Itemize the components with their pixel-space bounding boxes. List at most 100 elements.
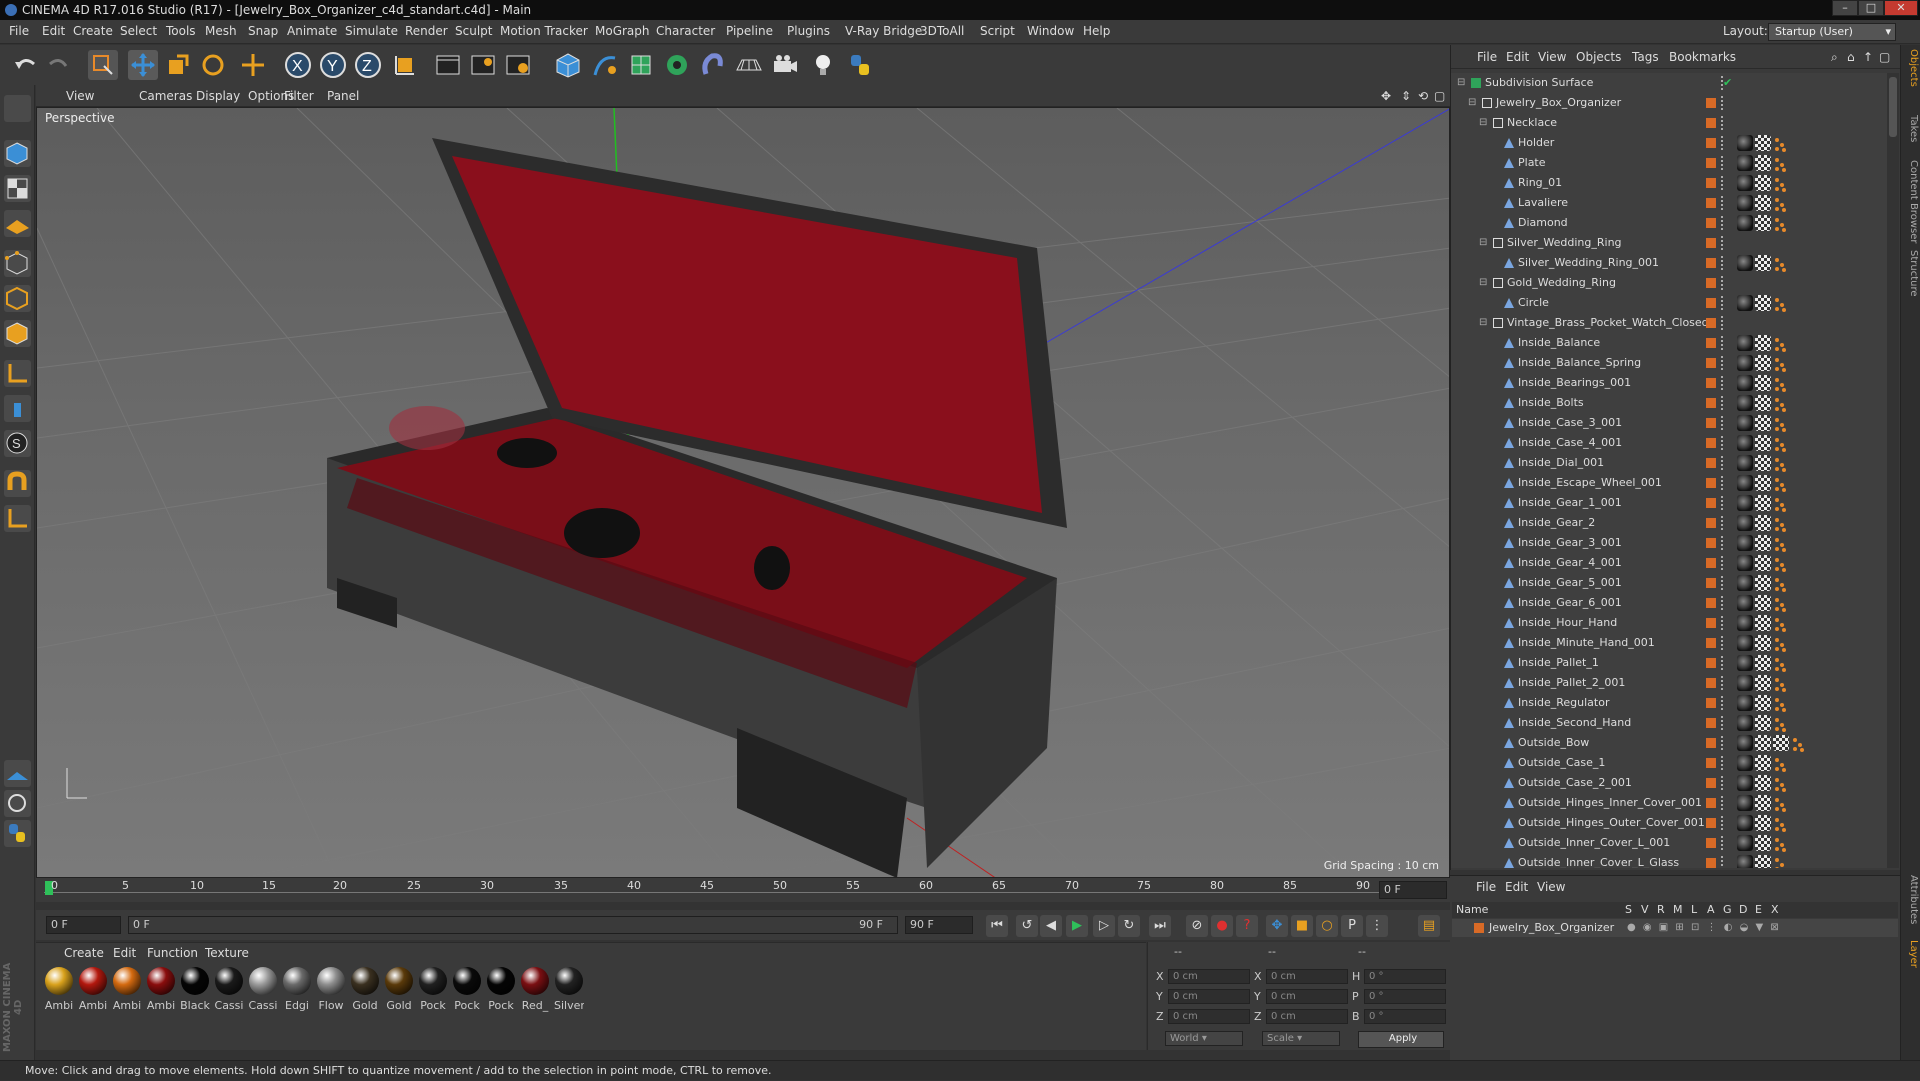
menu-file[interactable]: File <box>9 24 29 38</box>
texture-tag-icon[interactable] <box>1755 715 1771 731</box>
phong-tag-icon[interactable] <box>1773 555 1789 572</box>
layer-color-icon[interactable] <box>1706 198 1716 208</box>
object-row[interactable]: Outside_Hinges_Inner_Cover_001 <box>1451 793 1887 813</box>
visibility-toggle-icon[interactable] <box>1721 656 1725 670</box>
object-row[interactable]: Inside_Case_3_001 <box>1451 413 1887 433</box>
position-z-field[interactable]: 0 cm <box>1168 1009 1250 1024</box>
visibility-toggle-icon[interactable] <box>1721 276 1725 290</box>
menu-snap[interactable]: Snap <box>248 24 278 38</box>
menu-create[interactable]: Create <box>73 24 113 38</box>
snap-icon[interactable]: S <box>4 430 31 457</box>
texture-tag-icon[interactable] <box>1755 135 1771 151</box>
material-menu-create[interactable]: Create <box>64 946 104 960</box>
layer-color-icon[interactable] <box>1706 378 1716 388</box>
viewport-move-icon[interactable]: ✥ <box>1381 89 1391 103</box>
material-tag-icon[interactable] <box>1737 215 1753 231</box>
layer-color-icon[interactable] <box>1706 758 1716 768</box>
layer-toggle-icons[interactable]: ● ◉ ▣ ⊞ ⊡ ⋮ ◐ ◒ ▼ ⊠ <box>1627 919 1781 937</box>
object-row[interactable]: Inside_Gear_1_001 <box>1451 493 1887 513</box>
grid-checker-icon[interactable] <box>4 760 31 787</box>
cube-object-icon[interactable] <box>553 50 583 80</box>
menu-mograph[interactable]: MoGraph <box>595 24 650 38</box>
layer-color-icon[interactable] <box>1706 138 1716 148</box>
camera-icon[interactable] <box>770 50 800 80</box>
menu-tools[interactable]: Tools <box>166 24 196 38</box>
make-editable-icon[interactable] <box>4 95 31 122</box>
recent-tool-icon[interactable] <box>238 50 268 80</box>
workplane-icon[interactable] <box>4 210 31 237</box>
z-axis-icon[interactable]: Z <box>353 50 383 80</box>
layer-color-icon[interactable] <box>1706 578 1716 588</box>
floor-icon[interactable] <box>734 50 764 80</box>
menu-character[interactable]: Character <box>656 24 715 38</box>
menu-mesh[interactable]: Mesh <box>205 24 237 38</box>
texture-tag-icon[interactable] <box>1755 555 1771 571</box>
phong-tag-icon[interactable] <box>1773 375 1789 392</box>
phong-tag-icon[interactable] <box>1773 215 1789 232</box>
viewport-menu-view[interactable]: View <box>66 89 94 103</box>
sculpt-grab-icon[interactable] <box>4 540 31 567</box>
layer-color-icon[interactable] <box>1706 538 1716 548</box>
object-row[interactable]: Inside_Escape_Wheel_001 <box>1451 473 1887 493</box>
object-row[interactable]: Outside_Bow <box>1451 733 1887 753</box>
object-row[interactable]: Inside_Gear_3_001 <box>1451 533 1887 553</box>
move-tool-icon[interactable] <box>128 50 158 80</box>
axis-mode-icon[interactable] <box>4 360 31 387</box>
expand-toggle-icon[interactable]: ⊟ <box>1479 313 1487 333</box>
object-row[interactable]: Outside_Inner_Cover_L_Glass <box>1451 853 1887 868</box>
material-swatch[interactable]: Black <box>180 967 210 1012</box>
phong-tag-icon[interactable] <box>1773 655 1789 672</box>
object-row[interactable]: Plate <box>1451 153 1887 173</box>
material-tag-icon[interactable] <box>1737 415 1753 431</box>
material-tag-icon[interactable] <box>1737 795 1753 811</box>
material-swatch[interactable]: Edgi <box>282 967 312 1012</box>
texture-tag-icon[interactable] <box>1755 395 1771 411</box>
texture-tag-icon[interactable] <box>1755 655 1771 671</box>
material-tag-icon[interactable] <box>1737 475 1753 491</box>
object-row[interactable]: Diamond <box>1451 213 1887 233</box>
menu-pipeline[interactable]: Pipeline <box>726 24 773 38</box>
objects-menu-view[interactable]: View <box>1538 50 1566 64</box>
menu-window[interactable]: Window <box>1027 24 1074 38</box>
visibility-toggle-icon[interactable] <box>1721 776 1725 790</box>
light-icon[interactable] <box>808 50 838 80</box>
texture-tag-icon[interactable] <box>1755 635 1771 651</box>
menu-sculpt[interactable]: Sculpt <box>455 24 492 38</box>
material-tag-icon[interactable] <box>1737 755 1753 771</box>
material-swatch[interactable]: Cassi <box>248 967 278 1012</box>
viewport-rotate-icon[interactable]: ⟲ <box>1418 89 1428 103</box>
object-row[interactable]: Holder <box>1451 133 1887 153</box>
phong-tag-icon[interactable] <box>1773 155 1789 172</box>
material-tag-icon[interactable] <box>1737 675 1753 691</box>
material-swatch[interactable]: Ambi <box>112 967 142 1012</box>
layer-row[interactable]: Jewelry_Box_Organizer ● ◉ ▣ ⊞ ⊡ ⋮ ◐ ◒ ▼ … <box>1452 919 1898 937</box>
menu-plugins[interactable]: Plugins <box>787 24 830 38</box>
object-row[interactable]: Inside_Gear_6_001 <box>1451 593 1887 613</box>
phong-tag-icon[interactable] <box>1773 435 1789 452</box>
texture-tag-icon[interactable] <box>1755 295 1771 311</box>
polygons-mode-icon[interactable] <box>4 320 31 347</box>
timeline-window-icon[interactable]: ▤ <box>1418 915 1440 937</box>
phong-tag-icon[interactable] <box>1773 595 1789 612</box>
key-parameter-icon[interactable]: P <box>1341 915 1363 937</box>
sculpt-relax-icon[interactable] <box>4 600 31 627</box>
objects-menu-edit[interactable]: Edit <box>1506 50 1529 64</box>
tab-objects[interactable]: Objects <box>1903 49 1919 87</box>
layer-color-icon[interactable] <box>1706 618 1716 628</box>
visibility-toggle-icon[interactable] <box>1721 516 1725 530</box>
phong-tag-icon[interactable] <box>1773 195 1789 212</box>
texture-tag-icon[interactable] <box>1755 755 1771 771</box>
expand-toggle-icon[interactable]: ⊟ <box>1479 273 1487 293</box>
tab-attributes[interactable]: Attributes <box>1903 875 1919 924</box>
maximize-button[interactable]: □ <box>1858 0 1884 16</box>
size-x-field[interactable]: 0 cm <box>1266 969 1348 984</box>
workplane-axis-icon[interactable] <box>4 505 31 532</box>
layer-color-icon[interactable] <box>1706 718 1716 728</box>
material-tag-icon[interactable] <box>1737 835 1753 851</box>
rotation-b-field[interactable]: 0 ° <box>1364 1009 1446 1024</box>
tab-takes[interactable]: Takes <box>1903 115 1919 142</box>
material-swatch[interactable]: Pock <box>418 967 448 1012</box>
phong-tag-icon[interactable] <box>1773 715 1789 732</box>
texture-tag-icon[interactable] <box>1755 675 1771 691</box>
live-selection-icon[interactable] <box>88 50 118 80</box>
